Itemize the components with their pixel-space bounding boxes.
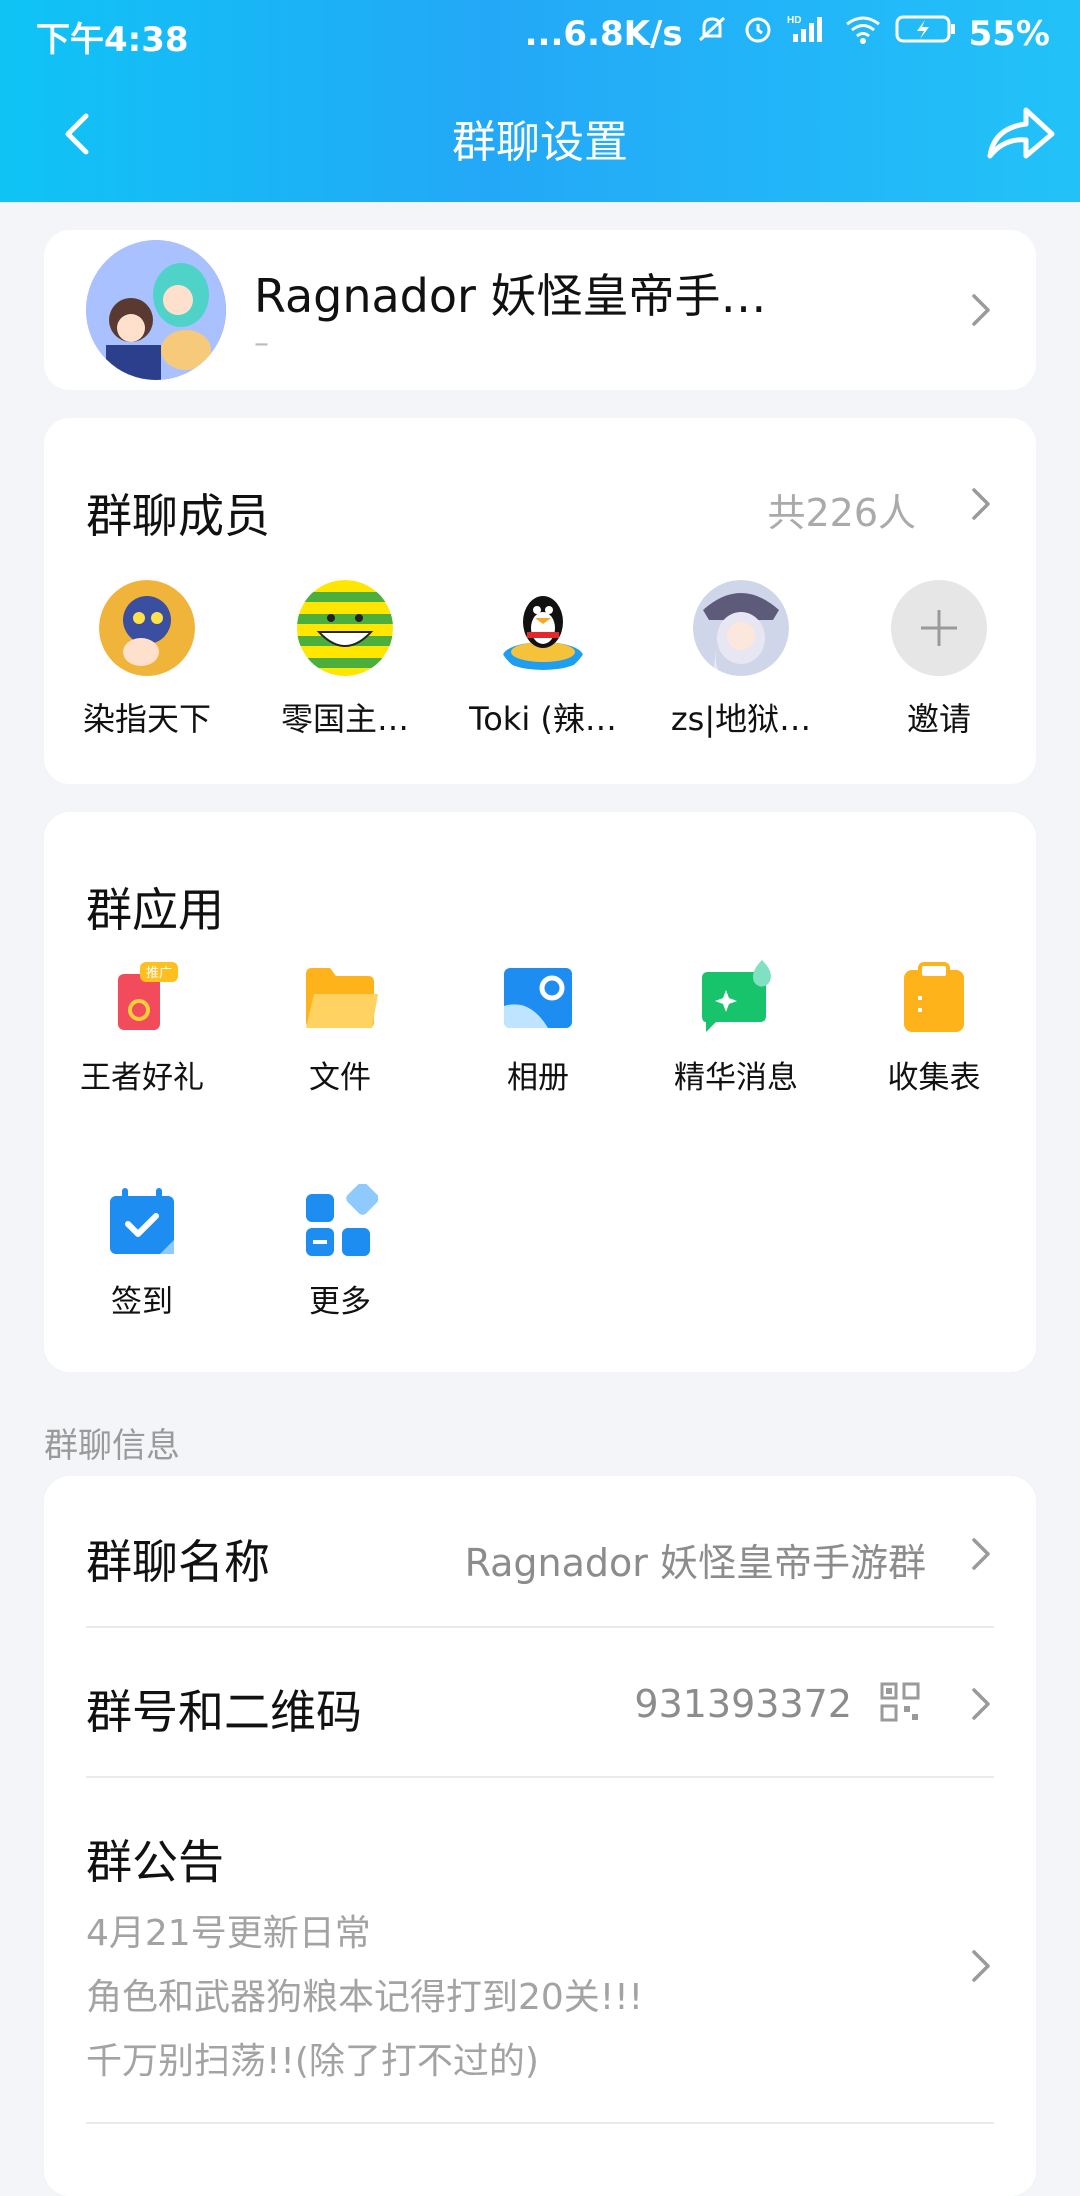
- member-item[interactable]: 染指天下: [62, 580, 232, 740]
- more-grid-icon: [302, 1182, 379, 1260]
- chevron-right-icon: [968, 1534, 994, 1574]
- plus-icon: [891, 580, 987, 676]
- status-bar: 下午4:38 ...6.8K/s HD 55%: [0, 0, 1080, 66]
- app-files[interactable]: 文件: [250, 960, 430, 1097]
- app-form[interactable]: 收集表: [844, 960, 1024, 1097]
- folder-icon: [302, 960, 378, 1036]
- app-label: 文件: [309, 1060, 371, 1096]
- chevron-right-icon: [968, 1684, 994, 1724]
- battery-charging-icon: [895, 12, 957, 55]
- member-item[interactable]: zs|地狱…: [656, 580, 826, 740]
- status-time: 下午4:38: [36, 20, 189, 60]
- app-gift[interactable]: 推广 王者好礼: [52, 960, 232, 1097]
- promo-badge: 推广: [146, 966, 172, 981]
- member-name: 零国主…: [280, 700, 409, 738]
- battery-percent: 55%: [968, 13, 1050, 54]
- notice-line: 千万别扫荡!!(除了打不过的): [86, 2041, 539, 2082]
- notice-line: 角色和武器狗粮本记得打到20关!!!: [86, 1977, 644, 2018]
- group-info-card: 群聊名称 Ragnador 妖怪皇帝手游群 群号和二维码 931393372 群…: [44, 1476, 1036, 2196]
- gift-card-icon: 推广: [104, 960, 180, 1036]
- qr-code-icon[interactable]: [880, 1682, 920, 1726]
- app-album[interactable]: 相册: [448, 960, 628, 1097]
- group-avatar[interactable]: [86, 240, 226, 380]
- clipboard-icon: [896, 960, 972, 1036]
- wifi-icon: [843, 12, 883, 55]
- highlight-message-icon: [698, 960, 774, 1036]
- member-avatar: [99, 580, 195, 676]
- section-label: 群聊信息: [44, 1426, 180, 1466]
- app-label: 更多: [309, 1284, 371, 1320]
- member-name: zs|地狱…: [670, 700, 812, 738]
- member-avatar: [495, 580, 591, 676]
- chevron-right-icon: [968, 290, 994, 330]
- group-name: Ragnador 妖怪皇帝手…: [254, 269, 767, 323]
- member-item[interactable]: Toki (辣…: [458, 580, 628, 740]
- app-more[interactable]: 更多: [250, 1182, 430, 1321]
- member-item[interactable]: 零国主…: [260, 580, 430, 740]
- invite-label: 邀请: [906, 700, 971, 738]
- app-highlights[interactable]: 精华消息: [646, 960, 826, 1097]
- status-right: ...6.8K/s HD 55%: [525, 12, 1050, 55]
- member-name: Toki (辣…: [469, 700, 617, 738]
- row-value: 931393372: [634, 1682, 852, 1726]
- member-avatar: [297, 580, 393, 676]
- hd-label: HD: [787, 15, 801, 26]
- row-title: 群公告: [86, 1835, 224, 1889]
- invite-button[interactable]: 邀请: [854, 580, 1024, 740]
- group-apps-card: 群应用 推广 王者好礼 文件 相册 精华消息 收集表 签到 更多: [44, 812, 1036, 1372]
- divider: [86, 1626, 994, 1628]
- app-checkin[interactable]: 签到: [52, 1184, 232, 1321]
- member-avatar: [693, 580, 789, 676]
- app-label: 精华消息: [674, 1060, 798, 1096]
- group-profile-card[interactable]: Ragnador 妖怪皇帝手… –: [44, 230, 1036, 390]
- page-title: 群聊设置: [452, 117, 628, 168]
- row-title: 群聊名称: [86, 1535, 270, 1589]
- apps-title: 群应用: [86, 883, 224, 937]
- members-card: 群聊成员 共226人 染指天下 零国主… Toki (辣… zs|地狱… 邀请: [44, 418, 1036, 784]
- member-name: 染指天下: [82, 700, 211, 738]
- network-speed: ...6.8K/s: [524, 13, 683, 54]
- divider: [86, 1776, 994, 1778]
- notice-line: 4月21号更新日常: [86, 1913, 371, 1954]
- photo-album-icon: [500, 960, 576, 1036]
- share-arrow-icon: [980, 107, 1060, 172]
- group-subtitle: –: [254, 326, 269, 361]
- row-value: Ragnador 妖怪皇帝手游群: [464, 1541, 926, 1585]
- share-button[interactable]: [980, 98, 1060, 168]
- members-title: 群聊成员: [86, 489, 270, 543]
- app-label: 签到: [111, 1284, 173, 1320]
- chevron-right-icon: [968, 1946, 994, 1986]
- row-title: 群号和二维码: [86, 1685, 362, 1739]
- app-label: 相册: [507, 1060, 569, 1096]
- calendar-check-icon: [104, 1184, 180, 1260]
- app-label: 收集表: [887, 1060, 981, 1096]
- alarm-icon: [741, 12, 775, 55]
- header-bar: 下午4:38 ...6.8K/s HD 55% 群聊设置: [0, 0, 1080, 202]
- app-label: 王者好礼: [80, 1060, 204, 1096]
- signal-icon: HD: [787, 12, 831, 55]
- mute-bell-icon: [695, 12, 729, 55]
- nav-bar: 群聊设置: [0, 92, 1080, 182]
- members-count[interactable]: 共226人: [767, 482, 916, 537]
- chevron-right-icon[interactable]: [968, 484, 994, 524]
- divider: [86, 2122, 994, 2124]
